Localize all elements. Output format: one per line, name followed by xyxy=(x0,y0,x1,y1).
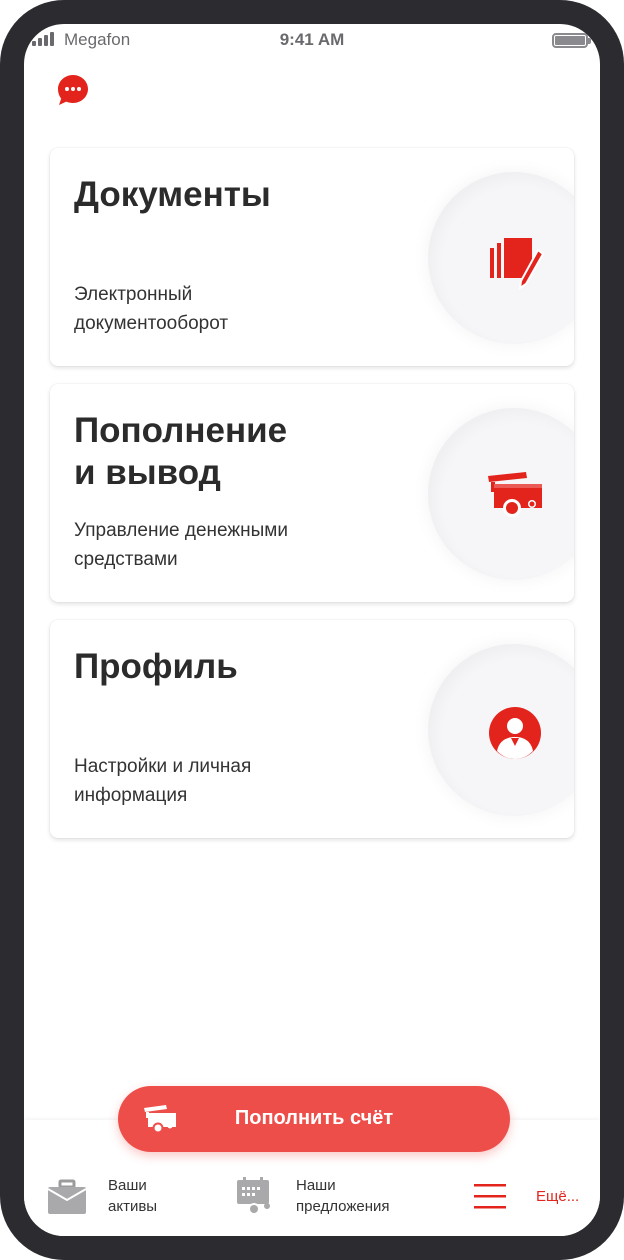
nav-our-offers[interactable]: Наши предложения xyxy=(234,1172,390,1220)
status-time: 9:41 AM xyxy=(279,30,345,49)
battery-icon xyxy=(552,33,591,48)
briefcase-icon xyxy=(47,1179,87,1214)
card-title: Пополнение и вывод xyxy=(74,411,288,492)
status-bar: Megafon 9:41 AM xyxy=(24,24,600,56)
card-documents[interactable]: Документы Электронный документооборот xyxy=(50,148,574,366)
card-subtitle: Настройки и личная информация xyxy=(74,756,252,806)
nav-label: Ещё... xyxy=(536,1187,580,1205)
card-subtitle: Управление денежными средствами xyxy=(74,520,288,570)
card-profile[interactable]: Профиль Настройки и личная информация xyxy=(50,620,574,838)
card-subtitle: Электронный документооборот xyxy=(74,284,229,334)
card-topup-withdraw[interactable]: Пополнение и вывод Управление денежными … xyxy=(50,384,574,602)
nav-label: Наши предложения xyxy=(296,1177,390,1215)
menu-icon xyxy=(474,1184,506,1209)
money-cart-icon xyxy=(488,472,542,517)
nav-more[interactable]: Ещё... xyxy=(470,1172,579,1220)
nav-label: Ваши активы xyxy=(108,1177,158,1215)
documents-pen-icon xyxy=(490,238,545,291)
card-title: Профиль xyxy=(74,647,238,686)
topup-button-label: Пополнить счёт xyxy=(234,1107,394,1129)
nav-your-assets[interactable]: Ваши активы xyxy=(46,1172,157,1220)
calendar-offers-icon xyxy=(237,1177,270,1215)
topup-account-button[interactable]: Пополнить счёт xyxy=(118,1086,510,1152)
app-screen: Megafon 9:41 AM Документы Электронный до… xyxy=(24,24,600,1236)
phone-frame: Megafon 9:41 AM Документы Электронный до… xyxy=(0,0,624,1260)
chat-icon[interactable] xyxy=(56,73,90,107)
card-title: Документы xyxy=(74,175,271,214)
user-profile-icon xyxy=(489,707,541,759)
